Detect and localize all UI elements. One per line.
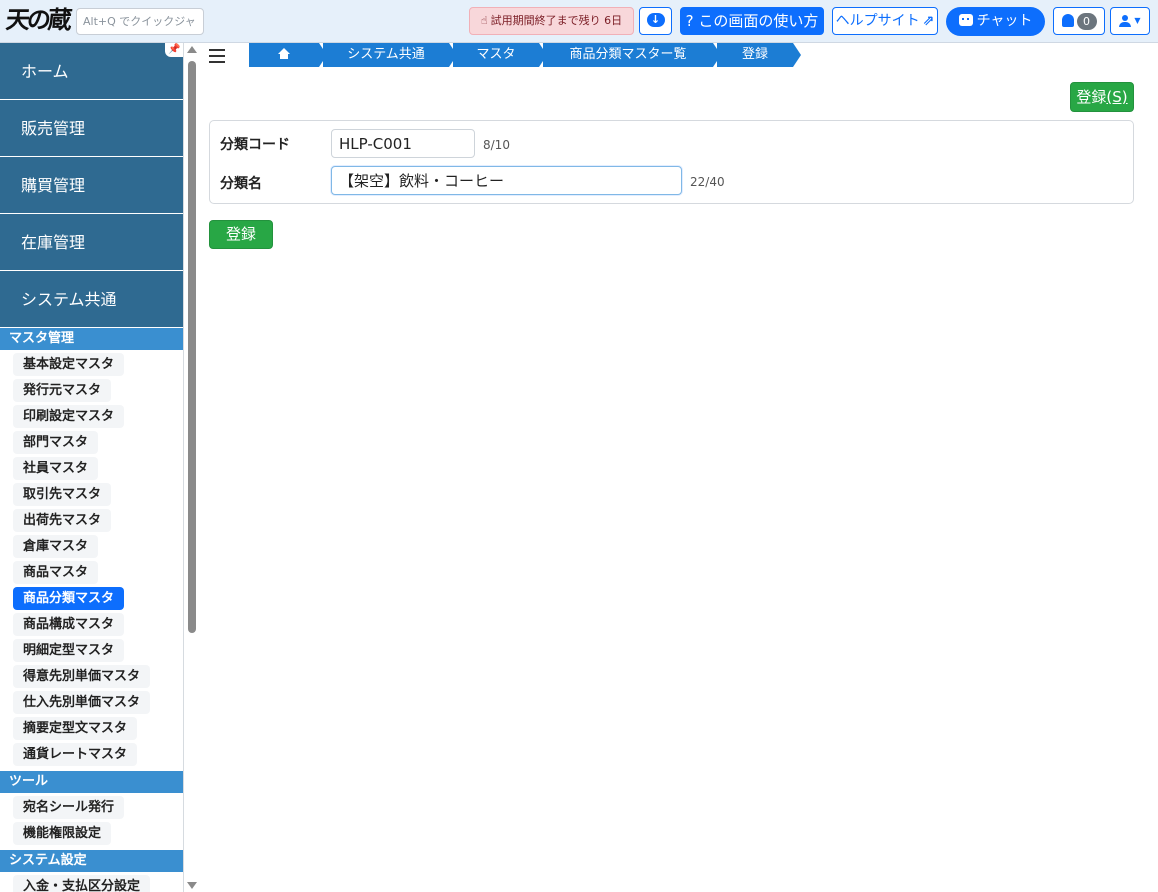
notification-button[interactable]: 0 (1053, 7, 1105, 35)
sidebar-item[interactable]: 宛名シール発行 (13, 796, 125, 819)
category-code-label: 分類コード (220, 137, 290, 153)
sidebar-item[interactable]: 通貨レートマスタ (13, 743, 138, 766)
robot-icon (958, 14, 973, 26)
sidebar-item[interactable]: 取引先マスタ (13, 483, 112, 506)
sidebar-item[interactable]: 商品マスタ (13, 561, 99, 584)
sidebar-item[interactable]: 部門マスタ (13, 431, 99, 454)
bell-icon (1061, 14, 1074, 27)
category-code-counter: 8/10 (483, 138, 510, 152)
sidebar-item[interactable]: 商品構成マスタ (13, 613, 125, 636)
sidebar-item[interactable]: 印刷設定マスタ (13, 405, 125, 428)
breadcrumb-master[interactable]: マスタ (453, 43, 547, 67)
pin-icon[interactable]: 📌 (165, 43, 183, 57)
external-link-icon: ⇗ (922, 13, 935, 29)
category-form: 分類コード 8/10 分類名 22/40 (209, 120, 1134, 204)
sidebar-main-item[interactable]: 在庫管理 (0, 214, 183, 271)
breadcrumb-category-list[interactable]: 商品分類マスター覧 (543, 43, 721, 67)
app-logo[interactable]: 天の蔵 (4, 4, 71, 36)
sidebar-item[interactable]: 基本設定マスタ (13, 353, 125, 376)
breadcrumb-system-common[interactable]: システム共通 (323, 43, 457, 67)
trial-period-text: 試用期間終了まで残り 6日 (490, 14, 623, 27)
sidebar-section-list: 基本設定マスタ 発行元マスタ 印刷設定マスタ 部門マスタ社員マスタ取引先マスタ 出荷先マ… (0, 350, 183, 771)
trial-period-badge[interactable]: ☝ 試用期間終了まで残り 6日 (469, 7, 634, 35)
sidebar-item[interactable]: 出荷先マスタ (13, 509, 112, 532)
download-button[interactable] (639, 7, 672, 35)
user-menu-button[interactable]: ▼ (1110, 7, 1150, 35)
sidebar-item[interactable]: 社員マスタ (13, 457, 99, 480)
hand-pointer-icon: ☝ (480, 14, 488, 27)
sidebar-main-item[interactable]: 販売管理 (0, 100, 183, 157)
category-code-input[interactable] (331, 129, 475, 158)
sidebar-item[interactable]: 機能権限設定 (13, 822, 112, 845)
sidebar-main-nav: ホーム 販売管理 購買管理 在庫管理 システム共通 (0, 43, 183, 328)
sidebar: 📌 ホーム 販売管理 購買管理 在庫管理 システム共通 マスタ管理 基本設定マスタ 発行元マ… (0, 43, 184, 892)
scroll-thumb[interactable] (188, 61, 196, 633)
sidebar-item[interactable]: 得意先別単価マスタ (13, 665, 151, 688)
help-site-button[interactable]: ヘルプサイト ⇗ (832, 7, 938, 35)
help-site-label: ヘルプサイト (835, 13, 920, 29)
chat-label: チャット (976, 13, 1033, 29)
sidebar-item[interactable]: 発行元マスタ (13, 379, 112, 402)
caret-down-icon: ▼ (1134, 16, 1141, 25)
howto-button[interactable]: ? この画面の使い方 (680, 7, 824, 35)
register-button-bottom[interactable]: 登録 (209, 220, 273, 249)
sidebar-item[interactable]: 倉庫マスタ (13, 535, 99, 558)
sidebar-item[interactable]: 明細定型マスタ (13, 639, 125, 662)
sidebar-sections: マスタ管理基本設定マスタ 発行元マスタ 印刷設定マスタ 部門マスタ社員マスタ取引先マス… (0, 328, 183, 892)
sidebar-main-item[interactable]: システム共通 (0, 271, 183, 328)
register-label: 登録 (1076, 88, 1107, 106)
register-button-top[interactable]: 登録(S) (1070, 82, 1134, 112)
sidebar-main-item[interactable]: 購買管理 (0, 157, 183, 214)
breadcrumb-register: 登録 (717, 43, 801, 67)
register-shortcut: (S) (1106, 88, 1128, 106)
menu-toggle-icon[interactable] (209, 49, 225, 63)
scroll-up-arrow-icon[interactable] (187, 46, 197, 53)
sidebar-scrollbar[interactable] (185, 43, 199, 892)
sidebar-section-list: 宛名シール発行 機能権限設定 (0, 793, 183, 850)
category-name-counter: 22/40 (690, 175, 725, 189)
cloud-download-icon (646, 7, 665, 33)
chat-button[interactable]: チャット (946, 7, 1045, 36)
sidebar-item[interactable]: 仕入先別単価マスタ (13, 691, 151, 714)
top-header: 天の蔵 ☝試用期間終了まで残り 6日 ? この画面の使い方 ヘルプサイト⇗ チャ… (0, 0, 1158, 43)
scroll-down-arrow-icon[interactable] (187, 882, 197, 889)
sidebar-item[interactable]: 摘要定型文マスタ (13, 717, 138, 740)
sidebar-section-header[interactable]: システム設定 (0, 850, 183, 872)
home-icon (278, 48, 290, 59)
sidebar-main-item[interactable]: ホーム (0, 43, 183, 100)
notification-count: 0 (1076, 12, 1097, 30)
breadcrumb: システム共通 マスタ 商品分類マスター覧 登録 (249, 43, 801, 67)
sidebar-section-header[interactable]: マスタ管理 (0, 328, 183, 350)
sidebar-item-active[interactable]: 商品分類マスタ (13, 587, 125, 610)
quick-jump-input[interactable] (76, 8, 204, 35)
user-icon (1119, 15, 1132, 27)
sidebar-section-header[interactable]: ツール (0, 771, 183, 793)
sidebar-item[interactable]: 入金・支払区分設定 (13, 875, 151, 892)
sidebar-section-list: 入金・支払区分設定 (0, 872, 183, 892)
category-name-input[interactable] (331, 166, 682, 195)
category-name-label: 分類名 (220, 176, 262, 192)
breadcrumb-home[interactable] (249, 43, 327, 67)
